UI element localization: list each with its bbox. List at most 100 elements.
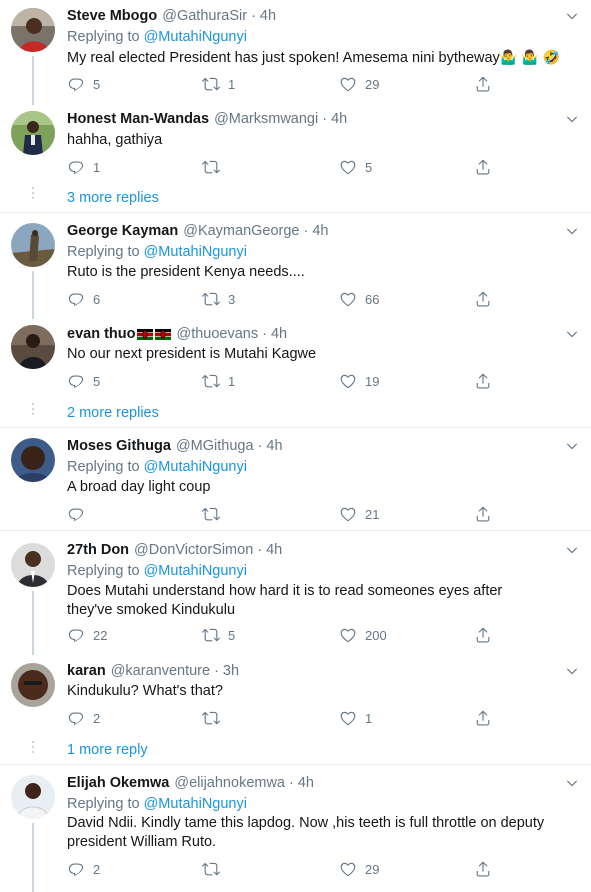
avatar[interactable] — [11, 223, 55, 267]
display-name[interactable]: evan thuo — [67, 324, 135, 344]
display-name[interactable]: Moses Githuga — [67, 436, 171, 456]
like-button[interactable]: 1 — [339, 708, 372, 728]
timestamp[interactable]: 4h — [260, 6, 276, 26]
caret-down-icon[interactable] — [565, 9, 579, 23]
share-button[interactable] — [474, 708, 492, 728]
caret-down-icon[interactable] — [565, 543, 579, 557]
display-name[interactable]: George Kayman — [67, 221, 178, 241]
reply-button[interactable] — [67, 504, 93, 524]
share-icon — [474, 709, 492, 727]
retweet-button[interactable]: 3 — [202, 289, 235, 309]
timestamp[interactable]: 4h — [271, 324, 287, 344]
avatar[interactable] — [11, 8, 55, 52]
like-count: 5 — [365, 159, 373, 175]
like-button[interactable]: 200 — [339, 625, 387, 645]
timestamp[interactable]: 4h — [298, 773, 314, 793]
share-button[interactable] — [474, 289, 492, 309]
display-name[interactable]: Elijah Okemwa — [67, 773, 169, 793]
retweet-button[interactable]: 1 — [202, 371, 235, 391]
reply-button[interactable]: 1 — [67, 157, 100, 177]
avatar[interactable] — [11, 663, 55, 707]
mention-link[interactable]: @MutahiNgunyi — [144, 244, 247, 260]
mention-link[interactable]: @MutahiNgunyi — [144, 796, 247, 812]
share-button[interactable] — [474, 504, 492, 524]
share-button[interactable] — [474, 371, 492, 391]
mention-link[interactable]: @MutahiNgunyi — [144, 459, 247, 475]
timestamp[interactable]: 4h — [331, 109, 347, 129]
share-icon — [474, 158, 492, 176]
display-name[interactable]: karan — [67, 661, 106, 681]
caret-down-icon[interactable] — [565, 439, 579, 453]
mention-link[interactable]: @MutahiNgunyi — [144, 563, 247, 579]
show-more-replies-link[interactable]: 3 more replies — [67, 188, 159, 208]
tweet-karan[interactable]: karan @karanventure · 3h Kindukulu? What… — [0, 655, 591, 765]
tweet-evan-thuo[interactable]: evan thuo @thuoevans · 4h No our next pr… — [0, 319, 591, 428]
show-more-replies-link[interactable]: 2 more replies — [67, 403, 159, 423]
display-name[interactable]: Honest Man-Wandas — [67, 109, 209, 129]
mention-link[interactable]: @MutahiNgunyi — [144, 29, 247, 45]
like-button[interactable]: 19 — [339, 371, 379, 391]
tweet-george-kayman[interactable]: George Kayman @KaymanGeorge · 4h Replyin… — [0, 213, 591, 319]
reply-button[interactable]: 22 — [67, 625, 107, 645]
display-name[interactable]: Steve Mbogo — [67, 6, 157, 26]
user-handle[interactable]: @DonVictorSimon — [134, 540, 253, 560]
user-handle[interactable]: @KaymanGeorge — [183, 221, 299, 241]
share-button[interactable] — [474, 859, 492, 879]
tweet-text: Kindukulu? What's that? — [67, 682, 567, 701]
separator-dot: · — [303, 223, 309, 239]
reply-button[interactable]: 6 — [67, 289, 100, 309]
timestamp[interactable]: 3h — [223, 661, 239, 681]
tweet-27th-don[interactable]: 27th Don @DonVictorSimon · 4h Replying t… — [0, 531, 591, 655]
reply-button[interactable]: 2 — [67, 708, 100, 728]
share-icon — [474, 505, 492, 523]
reply-button[interactable]: 2 — [67, 859, 100, 879]
like-button[interactable]: 29 — [339, 74, 379, 94]
like-button[interactable]: 21 — [339, 504, 379, 524]
tweet-moses-githuga[interactable]: Moses Githuga @MGithuga · 4h Replying to… — [0, 428, 591, 531]
timestamp[interactable]: 4h — [312, 221, 328, 241]
action-bar: 21 — [67, 504, 507, 524]
timestamp[interactable]: 4h — [266, 436, 282, 456]
caret-down-icon[interactable] — [565, 327, 579, 341]
avatar[interactable] — [11, 775, 55, 819]
like-button[interactable]: 29 — [339, 859, 379, 879]
avatar[interactable] — [11, 543, 55, 587]
like-icon — [339, 626, 357, 644]
reply-button[interactable]: 5 — [67, 371, 100, 391]
avatar[interactable] — [11, 438, 55, 482]
like-icon — [339, 158, 357, 176]
share-icon — [474, 626, 492, 644]
tweet-honest-man-wandas[interactable]: Honest Man-Wandas @Marksmwangi · 4h hahh… — [0, 105, 591, 213]
retweet-button[interactable] — [202, 157, 228, 177]
user-handle[interactable]: @elijahnokemwa — [174, 773, 285, 793]
tweet-text: My real elected President has just spoke… — [67, 48, 567, 68]
user-handle[interactable]: @GathuraSir — [162, 6, 247, 26]
share-button[interactable] — [474, 625, 492, 645]
tweet-steve-mbogo[interactable]: Steve Mbogo @GathuraSir · 4h Replying to… — [0, 0, 591, 105]
caret-down-icon[interactable] — [565, 112, 579, 126]
timestamp[interactable]: 4h — [266, 540, 282, 560]
user-handle[interactable]: @karanventure — [111, 661, 210, 681]
retweet-button[interactable] — [202, 859, 228, 879]
reply-button[interactable]: 5 — [67, 74, 100, 94]
thread-line — [32, 271, 34, 319]
caret-down-icon[interactable] — [565, 776, 579, 790]
tweet-elijah-okemwa[interactable]: Elijah Okemwa @elijahnokemwa · 4h Replyi… — [0, 765, 591, 892]
like-button[interactable]: 66 — [339, 289, 379, 309]
display-name[interactable]: 27th Don — [67, 540, 129, 560]
retweet-button[interactable]: 1 — [202, 74, 235, 94]
caret-down-icon[interactable] — [565, 664, 579, 678]
share-button[interactable] — [474, 157, 492, 177]
retweet-button[interactable] — [202, 504, 228, 524]
avatar[interactable] — [11, 325, 55, 369]
caret-down-icon[interactable] — [565, 224, 579, 238]
like-button[interactable]: 5 — [339, 157, 372, 177]
avatar[interactable] — [11, 111, 55, 155]
retweet-button[interactable] — [202, 708, 228, 728]
user-handle[interactable]: @MGithuga — [176, 436, 254, 456]
show-more-replies-link[interactable]: 1 more reply — [67, 740, 148, 760]
retweet-button[interactable]: 5 — [202, 625, 235, 645]
user-handle[interactable]: @Marksmwangi — [214, 109, 318, 129]
user-handle[interactable]: @thuoevans — [176, 324, 258, 344]
share-button[interactable] — [474, 74, 492, 94]
